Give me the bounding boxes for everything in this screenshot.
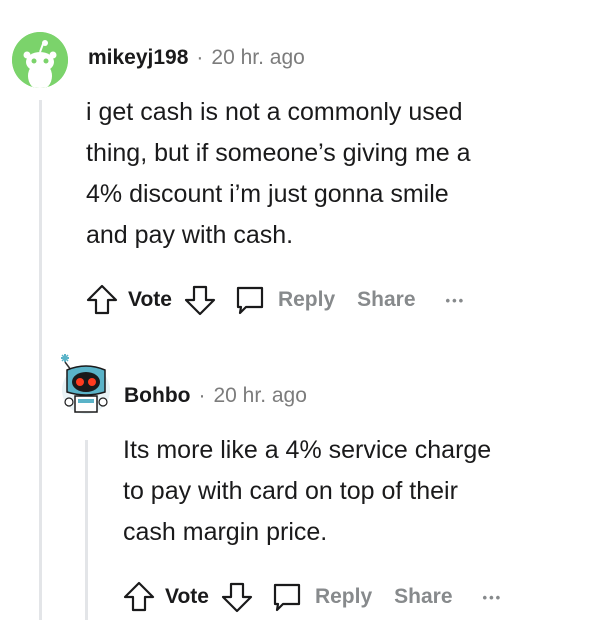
comment-body-line: to pay with card on top of their xyxy=(123,477,458,505)
bohbo-avatar-icon xyxy=(61,354,110,414)
more-options-icon[interactable]: ••• xyxy=(446,293,466,308)
comment-body: Its more like a 4% service charge to pay… xyxy=(123,430,491,553)
comment-bubble-icon xyxy=(236,286,264,315)
reply-label: Reply xyxy=(277,288,336,311)
downvote-icon[interactable] xyxy=(219,579,255,615)
comment-meta: mikeyj198 · 20 hr. ago xyxy=(88,46,305,70)
comment-body-line: Its more like a 4% service charge xyxy=(123,436,492,464)
snoo-avatar-icon xyxy=(12,32,68,88)
upvote-icon[interactable] xyxy=(84,282,120,318)
upvote-icon[interactable] xyxy=(121,579,157,615)
share-button[interactable]: Share xyxy=(394,585,452,609)
comment-body-line: thing, but if someone’s giving me a xyxy=(86,139,471,167)
comment-body-line: cash margin price. xyxy=(123,518,328,546)
comment-meta: Bohbo · 20 hr. ago xyxy=(124,384,307,408)
comment-bubble-icon xyxy=(273,583,301,612)
reply-button[interactable]: Reply xyxy=(269,579,372,615)
comment-body: i get cash is not a commonly used thing,… xyxy=(86,92,471,256)
avatar[interactable] xyxy=(12,32,68,88)
downvote-icon[interactable] xyxy=(182,282,218,318)
meta-separator: · xyxy=(196,46,204,69)
meta-separator: · xyxy=(198,384,206,407)
reply-label: Reply xyxy=(314,585,373,608)
comment-actions: Vote Reply Share ••• xyxy=(84,280,465,320)
reply-button[interactable]: Reply xyxy=(232,282,335,318)
thread-line-nested[interactable] xyxy=(85,440,88,620)
comment-author[interactable]: mikeyj198 xyxy=(88,46,188,70)
vote-label: Vote xyxy=(165,585,209,608)
avatar[interactable] xyxy=(55,348,113,418)
thread-line[interactable] xyxy=(39,100,42,620)
comment-body-line: i get cash is not a commonly used xyxy=(86,98,463,126)
comment-timestamp[interactable]: 20 hr. ago xyxy=(211,46,304,70)
share-button[interactable]: Share xyxy=(357,288,415,312)
comment-body-line: and pay with cash. xyxy=(86,221,294,249)
vote-label: Vote xyxy=(128,288,172,311)
comment-author[interactable]: Bohbo xyxy=(124,384,190,408)
comment-actions: Vote Reply Share ••• xyxy=(121,577,502,617)
more-options-icon[interactable]: ••• xyxy=(483,590,503,605)
comment-body-line: 4% discount i’m just gonna smile xyxy=(86,180,449,208)
comment-timestamp[interactable]: 20 hr. ago xyxy=(213,384,306,408)
